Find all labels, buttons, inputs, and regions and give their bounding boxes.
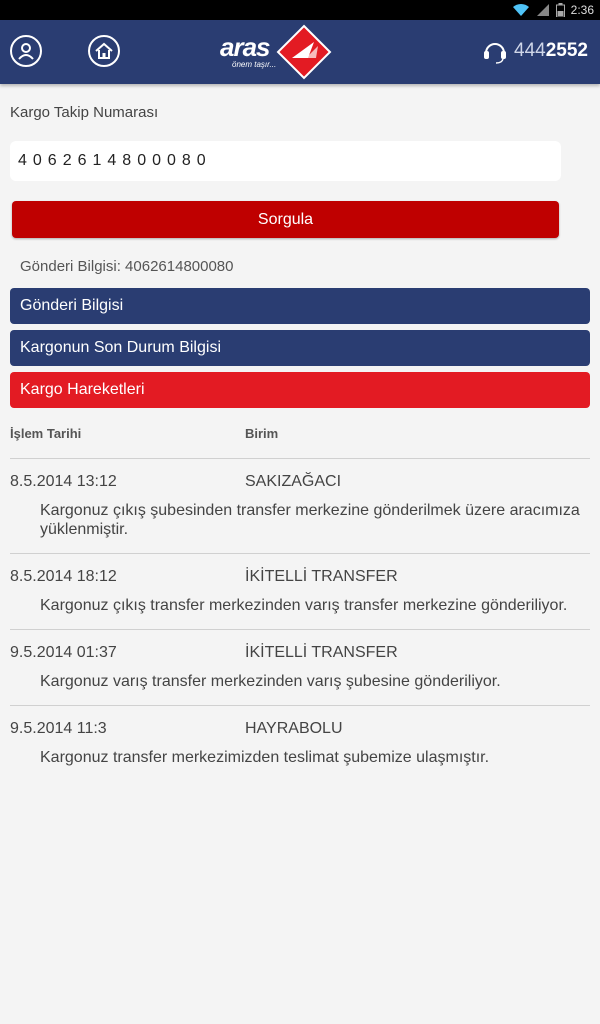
phone-prefix: 444 (514, 40, 546, 61)
tracking-number-input[interactable] (10, 141, 561, 181)
logo-diamond-icon (276, 24, 332, 80)
movement-unit: SAKIZAĞACI (245, 473, 342, 490)
shipment-info-text: Gönderi Bilgisi: 4062614800080 (20, 258, 234, 275)
movement-row: 9.5.2014 01:37 İKİTELLİ TRANSFER Kargonu… (10, 630, 590, 706)
movement-unit: HAYRABOLU (245, 720, 343, 737)
tracking-number-label: Kargo Takip Numarası (10, 104, 159, 121)
home-button[interactable] (88, 35, 120, 67)
movement-date: 9.5.2014 01:37 (10, 644, 117, 661)
home-icon (95, 42, 113, 59)
call-center-phone[interactable]: 4442552 (482, 38, 588, 64)
movement-unit: İKİTELLİ TRANSFER (245, 568, 398, 585)
movement-description: Kargonuz varış transfer merkezinden varı… (40, 673, 501, 690)
main-content: Kargo Takip Numarası Sorgula Gönderi Bil… (0, 104, 600, 781)
movement-row: 9.5.2014 11:3 HAYRABOLU Kargonuz transfe… (10, 706, 590, 781)
app-header: aras önem taşır... 4442552 (0, 20, 600, 84)
header-transaction-date: İşlem Tarihi (10, 425, 82, 441)
query-button[interactable]: Sorgula (12, 201, 559, 238)
logo-tagline: önem taşır... (232, 60, 277, 69)
phone-suffix: 2552 (545, 40, 588, 61)
movements-list: 8.5.2014 13:12 SAKIZAĞACI Kargonuz çıkış… (10, 459, 590, 781)
movement-date: 8.5.2014 13:12 (10, 473, 117, 490)
phone-number: 4442552 (514, 40, 588, 62)
signal-icon (536, 3, 550, 17)
battery-icon (555, 3, 565, 17)
movements-table-header: İşlem Tarihi Birim (10, 422, 590, 459)
clock: 2:36 (570, 3, 594, 17)
user-icon (18, 43, 34, 60)
movement-date: 8.5.2014 18:12 (10, 568, 117, 585)
movement-row: 8.5.2014 18:12 İKİTELLİ TRANSFER Kargonu… (10, 554, 590, 630)
status-bar: 2:36 (0, 0, 600, 20)
header-unit: Birim (245, 425, 279, 441)
profile-button[interactable] (10, 35, 42, 67)
logo-text: aras (220, 32, 270, 62)
aras-logo: aras önem taşır... (220, 24, 332, 80)
movement-unit: İKİTELLİ TRANSFER (245, 644, 398, 661)
section-latest-status[interactable]: Kargonun Son Durum Bilgisi (10, 330, 590, 366)
headset-icon (484, 43, 507, 64)
movement-description: Kargonuz çıkış şubesinden transfer merke… (40, 502, 580, 538)
wifi-icon (512, 3, 530, 17)
movement-date: 9.5.2014 11:3 (10, 720, 107, 737)
movement-description: Kargonuz çıkış transfer merkezinden varı… (40, 597, 568, 614)
section-shipment-info[interactable]: Gönderi Bilgisi (10, 288, 590, 324)
movement-row: 8.5.2014 13:12 SAKIZAĞACI Kargonuz çıkış… (10, 459, 590, 554)
section-cargo-movements[interactable]: Kargo Hareketleri (10, 372, 590, 408)
movement-description: Kargonuz transfer merkezimizden teslimat… (40, 749, 490, 766)
